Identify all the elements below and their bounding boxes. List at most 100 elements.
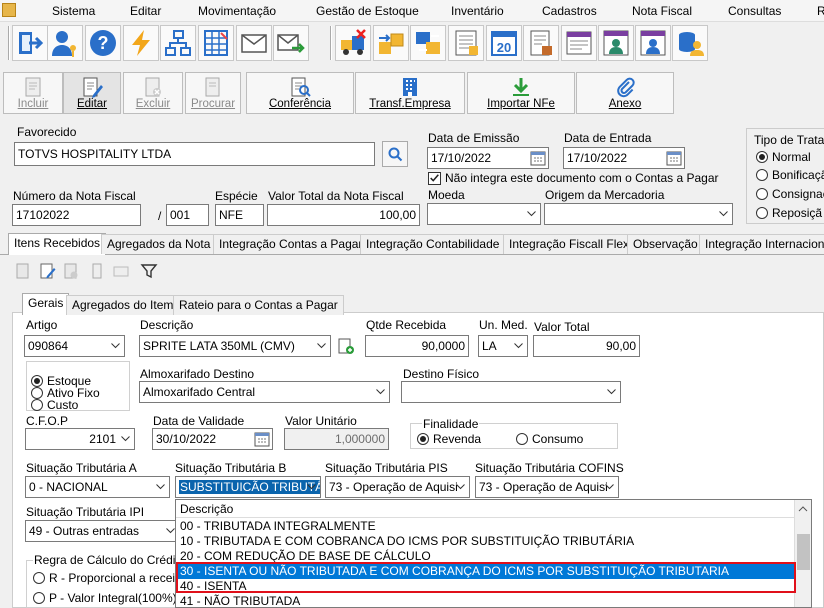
checkbox-box bbox=[428, 171, 441, 185]
users-button[interactable] bbox=[47, 25, 83, 61]
copy-item-icon[interactable] bbox=[88, 262, 106, 280]
menu-nota-fiscal[interactable]: Nota Fiscal bbox=[632, 4, 692, 18]
valor-total-input[interactable]: 90,00 bbox=[533, 335, 640, 357]
check-icon bbox=[430, 173, 439, 182]
revenda-radio[interactable]: Revenda bbox=[417, 432, 481, 446]
procurar-button[interactable]: Procurar bbox=[185, 72, 241, 114]
tab-observacao[interactable]: Observação bbox=[627, 234, 704, 254]
dropdown-option[interactable]: 00 - TRIBUTADA INTEGRALMENTE bbox=[176, 519, 795, 534]
mail-button[interactable] bbox=[236, 25, 272, 61]
stock-button[interactable] bbox=[335, 25, 371, 61]
menu-editar[interactable]: Editar bbox=[130, 4, 161, 18]
tab-gerais[interactable]: Gerais bbox=[22, 293, 70, 315]
image-item-icon[interactable] bbox=[112, 262, 130, 280]
exit-button[interactable] bbox=[12, 25, 48, 61]
menu-inventario[interactable]: Inventário bbox=[451, 4, 504, 18]
importar-nfe-button[interactable]: Importar NFe bbox=[467, 72, 575, 114]
data-entrada-input[interactable]: 17/10/2022 bbox=[563, 147, 685, 169]
tab-itens-recebidos[interactable]: Itens Recebidos bbox=[8, 233, 107, 255]
scroll-thumb[interactable] bbox=[797, 534, 810, 570]
qtde-recebida-input[interactable]: 90,0000 bbox=[365, 335, 469, 357]
valor-total-nf-input[interactable]: 100,00 bbox=[267, 204, 420, 226]
calendar-icon[interactable] bbox=[666, 150, 682, 166]
toolbar-separator bbox=[8, 26, 10, 60]
data-entrada-label: Data de Entrada bbox=[564, 131, 652, 145]
un-med-select[interactable]: LA bbox=[478, 335, 528, 357]
sit-pis-select[interactable]: 73 - Operação de Aquisi bbox=[325, 476, 470, 498]
menu-movimentacao[interactable]: Movimentação bbox=[198, 4, 276, 18]
artigo-select[interactable]: 090864 bbox=[24, 335, 125, 357]
menu-consultas[interactable]: Consultas bbox=[728, 4, 781, 18]
help-button[interactable]: ? bbox=[85, 25, 121, 61]
delete-document-icon bbox=[145, 77, 161, 97]
almox-destino-select[interactable]: Almoxarifado Central bbox=[139, 381, 390, 403]
transf-empresa-button[interactable]: Transf.Empresa bbox=[355, 72, 465, 114]
send-mail-button[interactable] bbox=[273, 25, 309, 61]
favorecido-search-button[interactable] bbox=[382, 141, 408, 167]
nao-integra-checkbox[interactable]: Não integra este documento com o Contas … bbox=[428, 171, 719, 185]
destino-fisico-select[interactable] bbox=[401, 381, 621, 403]
especie-input[interactable]: NFE bbox=[215, 204, 264, 226]
tipo-reposicao-radio[interactable]: Reposiçã bbox=[756, 206, 822, 220]
sit-b-select[interactable]: SUBSTITUICÃO TRIBUTÁ bbox=[175, 476, 321, 498]
regra-integral-radio[interactable]: P - Valor Integral(100%) bbox=[33, 591, 177, 605]
menu-sistema[interactable]: Sistema bbox=[52, 4, 95, 18]
sit-ipi-select[interactable]: 49 - Outras entradas bbox=[25, 520, 180, 542]
tab-agregados-item[interactable]: Agregados do Item bbox=[66, 295, 180, 315]
calculator-button[interactable] bbox=[198, 25, 234, 61]
add-product-icon[interactable] bbox=[337, 337, 355, 355]
sit-cofins-select[interactable]: 73 - Operação de Aquisi bbox=[475, 476, 619, 498]
cfop-select[interactable]: 2101 bbox=[25, 428, 135, 450]
flash-button[interactable] bbox=[123, 25, 159, 61]
supplier-button[interactable] bbox=[635, 25, 671, 61]
org-chart-button[interactable] bbox=[160, 25, 196, 61]
menu-gestao-estoque[interactable]: Gestão de Estoque bbox=[316, 4, 419, 18]
consumo-radio[interactable]: Consumo bbox=[516, 432, 583, 446]
calendar-icon[interactable] bbox=[254, 431, 270, 447]
moeda-select[interactable] bbox=[427, 203, 541, 225]
lock-doc-button[interactable] bbox=[523, 25, 559, 61]
report-button[interactable] bbox=[561, 25, 597, 61]
filter-icon[interactable] bbox=[140, 262, 158, 280]
dropdown-scrollbar[interactable] bbox=[794, 500, 811, 607]
editar-button[interactable]: Editar bbox=[63, 72, 121, 114]
conferencia-button[interactable]: Conferência bbox=[246, 72, 354, 114]
data-validade-input[interactable]: 30/10/2022 bbox=[152, 428, 273, 450]
numero-nf-input[interactable]: 17102022 bbox=[12, 204, 141, 226]
origem-select[interactable] bbox=[544, 203, 733, 225]
tab-agregados-nota[interactable]: Agregados da Nota bbox=[101, 234, 217, 254]
descricao-select[interactable]: SPRITE LATA 350ML (CMV) bbox=[139, 335, 331, 357]
transfer-button[interactable] bbox=[410, 25, 446, 61]
excluir-button[interactable]: Excluir bbox=[123, 72, 183, 114]
tipo-bonificacao-radio[interactable]: Bonificaçã bbox=[756, 168, 824, 182]
tab-integracao-fiscall-flex[interactable]: Integração Fiscall Flex bbox=[503, 234, 636, 254]
sit-a-select[interactable]: 0 - NACIONAL bbox=[25, 476, 170, 498]
inventory-button[interactable] bbox=[448, 25, 484, 61]
database-button[interactable] bbox=[672, 25, 708, 61]
tab-integracao-contabilidade[interactable]: Integração Contabilidade bbox=[360, 234, 506, 254]
dropdown-option[interactable]: 10 - TRIBUTADA E COM COBRANCA DO ICMS PO… bbox=[176, 534, 795, 549]
custo-radio[interactable]: Custo bbox=[31, 398, 78, 412]
tab-integracao-internacional[interactable]: Integração Internaciona bbox=[699, 234, 824, 254]
calendar-icon[interactable] bbox=[530, 150, 546, 166]
menu-cadastros[interactable]: Cadastros bbox=[542, 4, 597, 18]
tab-rateio-contas-pagar[interactable]: Rateio para o Contas a Pagar bbox=[173, 295, 344, 315]
tipo-consignacao-radio[interactable]: Consignaç bbox=[756, 187, 824, 201]
tab-integracao-contas-pagar[interactable]: Integração Contas a Pagar bbox=[213, 234, 369, 254]
calendar-button[interactable]: 20 bbox=[486, 25, 522, 61]
stock-transfer-button[interactable] bbox=[373, 25, 409, 61]
scroll-up-icon[interactable] bbox=[795, 503, 811, 515]
regra-proporcional-radio[interactable]: R - Proporcional a receita bbox=[33, 571, 185, 585]
edit-item-icon[interactable] bbox=[38, 262, 56, 280]
delete-item-icon[interactable] bbox=[62, 262, 80, 280]
tipo-normal-radio[interactable]: Normal bbox=[756, 150, 811, 164]
favorecido-input[interactable]: TOTVS HOSPITALITY LTDA bbox=[14, 142, 375, 166]
new-item-icon[interactable] bbox=[14, 262, 32, 280]
serie-input[interactable]: 001 bbox=[166, 204, 209, 226]
data-emissao-input[interactable]: 17/10/2022 bbox=[427, 147, 549, 169]
incluir-button[interactable]: Incluir bbox=[3, 72, 63, 114]
menu-relatorios[interactable]: R bbox=[817, 4, 824, 18]
dropdown-option[interactable]: 41 - NÃO TRIBUTADA bbox=[176, 594, 795, 607]
anexo-button[interactable]: Anexo bbox=[576, 72, 674, 114]
client-button[interactable] bbox=[598, 25, 634, 61]
